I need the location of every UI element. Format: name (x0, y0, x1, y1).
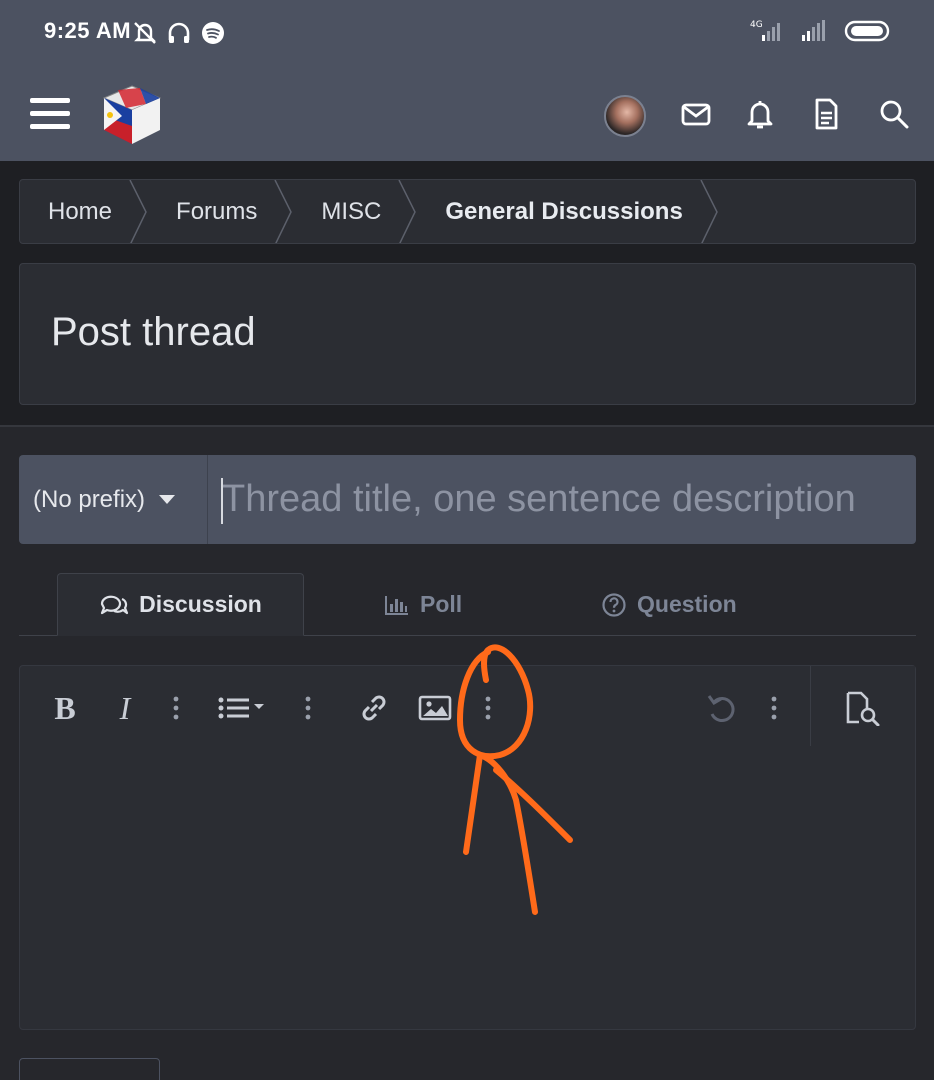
thread-type-tabs: Discussion Poll Question (19, 573, 916, 636)
editor-toolbar: B I (20, 666, 915, 746)
italic-label: I (119, 689, 131, 726)
breadcrumb: Home Forums MISC General Discussions (19, 179, 916, 244)
document-icon[interactable] (808, 96, 844, 132)
breadcrumb-label: General Discussions (445, 197, 683, 225)
bottom-button[interactable] (19, 1058, 160, 1080)
prefix-select[interactable]: (No prefix) (19, 455, 208, 544)
tab-label: Discussion (139, 591, 262, 617)
hamburger-icon[interactable] (30, 98, 70, 132)
chat-bubbles-icon (99, 592, 129, 618)
thread-title-row: (No prefix) (19, 455, 916, 544)
breadcrumb-home[interactable]: Home (20, 180, 148, 243)
preview-icon (846, 691, 880, 726)
thread-title-input[interactable] (208, 455, 916, 544)
battery-icon (844, 18, 894, 44)
rich-text-editor: B I (19, 665, 916, 1030)
status-bar: 9:25 AM 4G (0, 0, 934, 68)
prefix-value: (No prefix) (33, 485, 146, 513)
site-logo[interactable] (100, 82, 164, 148)
undo-button[interactable] (704, 690, 740, 726)
search-icon[interactable] (876, 96, 912, 132)
bold-button[interactable]: B (50, 690, 80, 726)
more-misc-options[interactable] (764, 690, 784, 726)
headphones-icon (166, 20, 192, 46)
page-title-box: Post thread (19, 263, 916, 405)
app-header (0, 68, 934, 161)
text-cursor (221, 478, 223, 524)
tab-poll[interactable]: Poll (384, 573, 462, 636)
editor-content-area[interactable] (20, 746, 915, 1030)
question-circle-icon (601, 592, 627, 618)
bell-icon[interactable] (742, 96, 778, 132)
avatar[interactable] (604, 95, 646, 137)
more-insert-options[interactable] (478, 690, 498, 726)
list-button[interactable] (216, 690, 272, 726)
breadcrumb-general-discussions[interactable]: General Discussions (417, 180, 718, 243)
tab-question[interactable]: Question (601, 573, 737, 636)
breadcrumb-label: MISC (321, 197, 382, 225)
breadcrumb-label: Forums (176, 197, 258, 225)
signal-icon (800, 18, 830, 44)
bold-label: B (54, 689, 76, 726)
mute-notifications-icon (132, 20, 158, 46)
mail-icon[interactable] (678, 96, 714, 132)
tab-discussion[interactable]: Discussion (57, 573, 304, 636)
caret-down-icon (159, 495, 176, 504)
breadcrumb-misc[interactable]: MISC (293, 180, 417, 243)
more-text-options[interactable] (166, 690, 186, 726)
status-icons-left (132, 20, 226, 46)
4g-signal-icon: 4G (746, 18, 786, 44)
bar-chart-icon (384, 594, 410, 616)
tab-label: Question (637, 591, 737, 617)
status-icons-right: 4G (746, 18, 894, 44)
link-button[interactable] (354, 690, 394, 726)
divider (0, 425, 934, 427)
svg-text:4G: 4G (750, 20, 763, 30)
italic-button[interactable]: I (110, 690, 140, 726)
breadcrumb-forums[interactable]: Forums (148, 180, 293, 243)
preview-button[interactable] (810, 666, 915, 746)
spotify-icon (200, 20, 226, 46)
page-title: Post thread (51, 310, 256, 354)
tab-label: Poll (420, 591, 463, 617)
status-time: 9:25 AM (44, 18, 132, 43)
breadcrumb-label: Home (48, 197, 113, 225)
more-paragraph-options[interactable] (298, 690, 318, 726)
image-button[interactable] (415, 690, 455, 726)
